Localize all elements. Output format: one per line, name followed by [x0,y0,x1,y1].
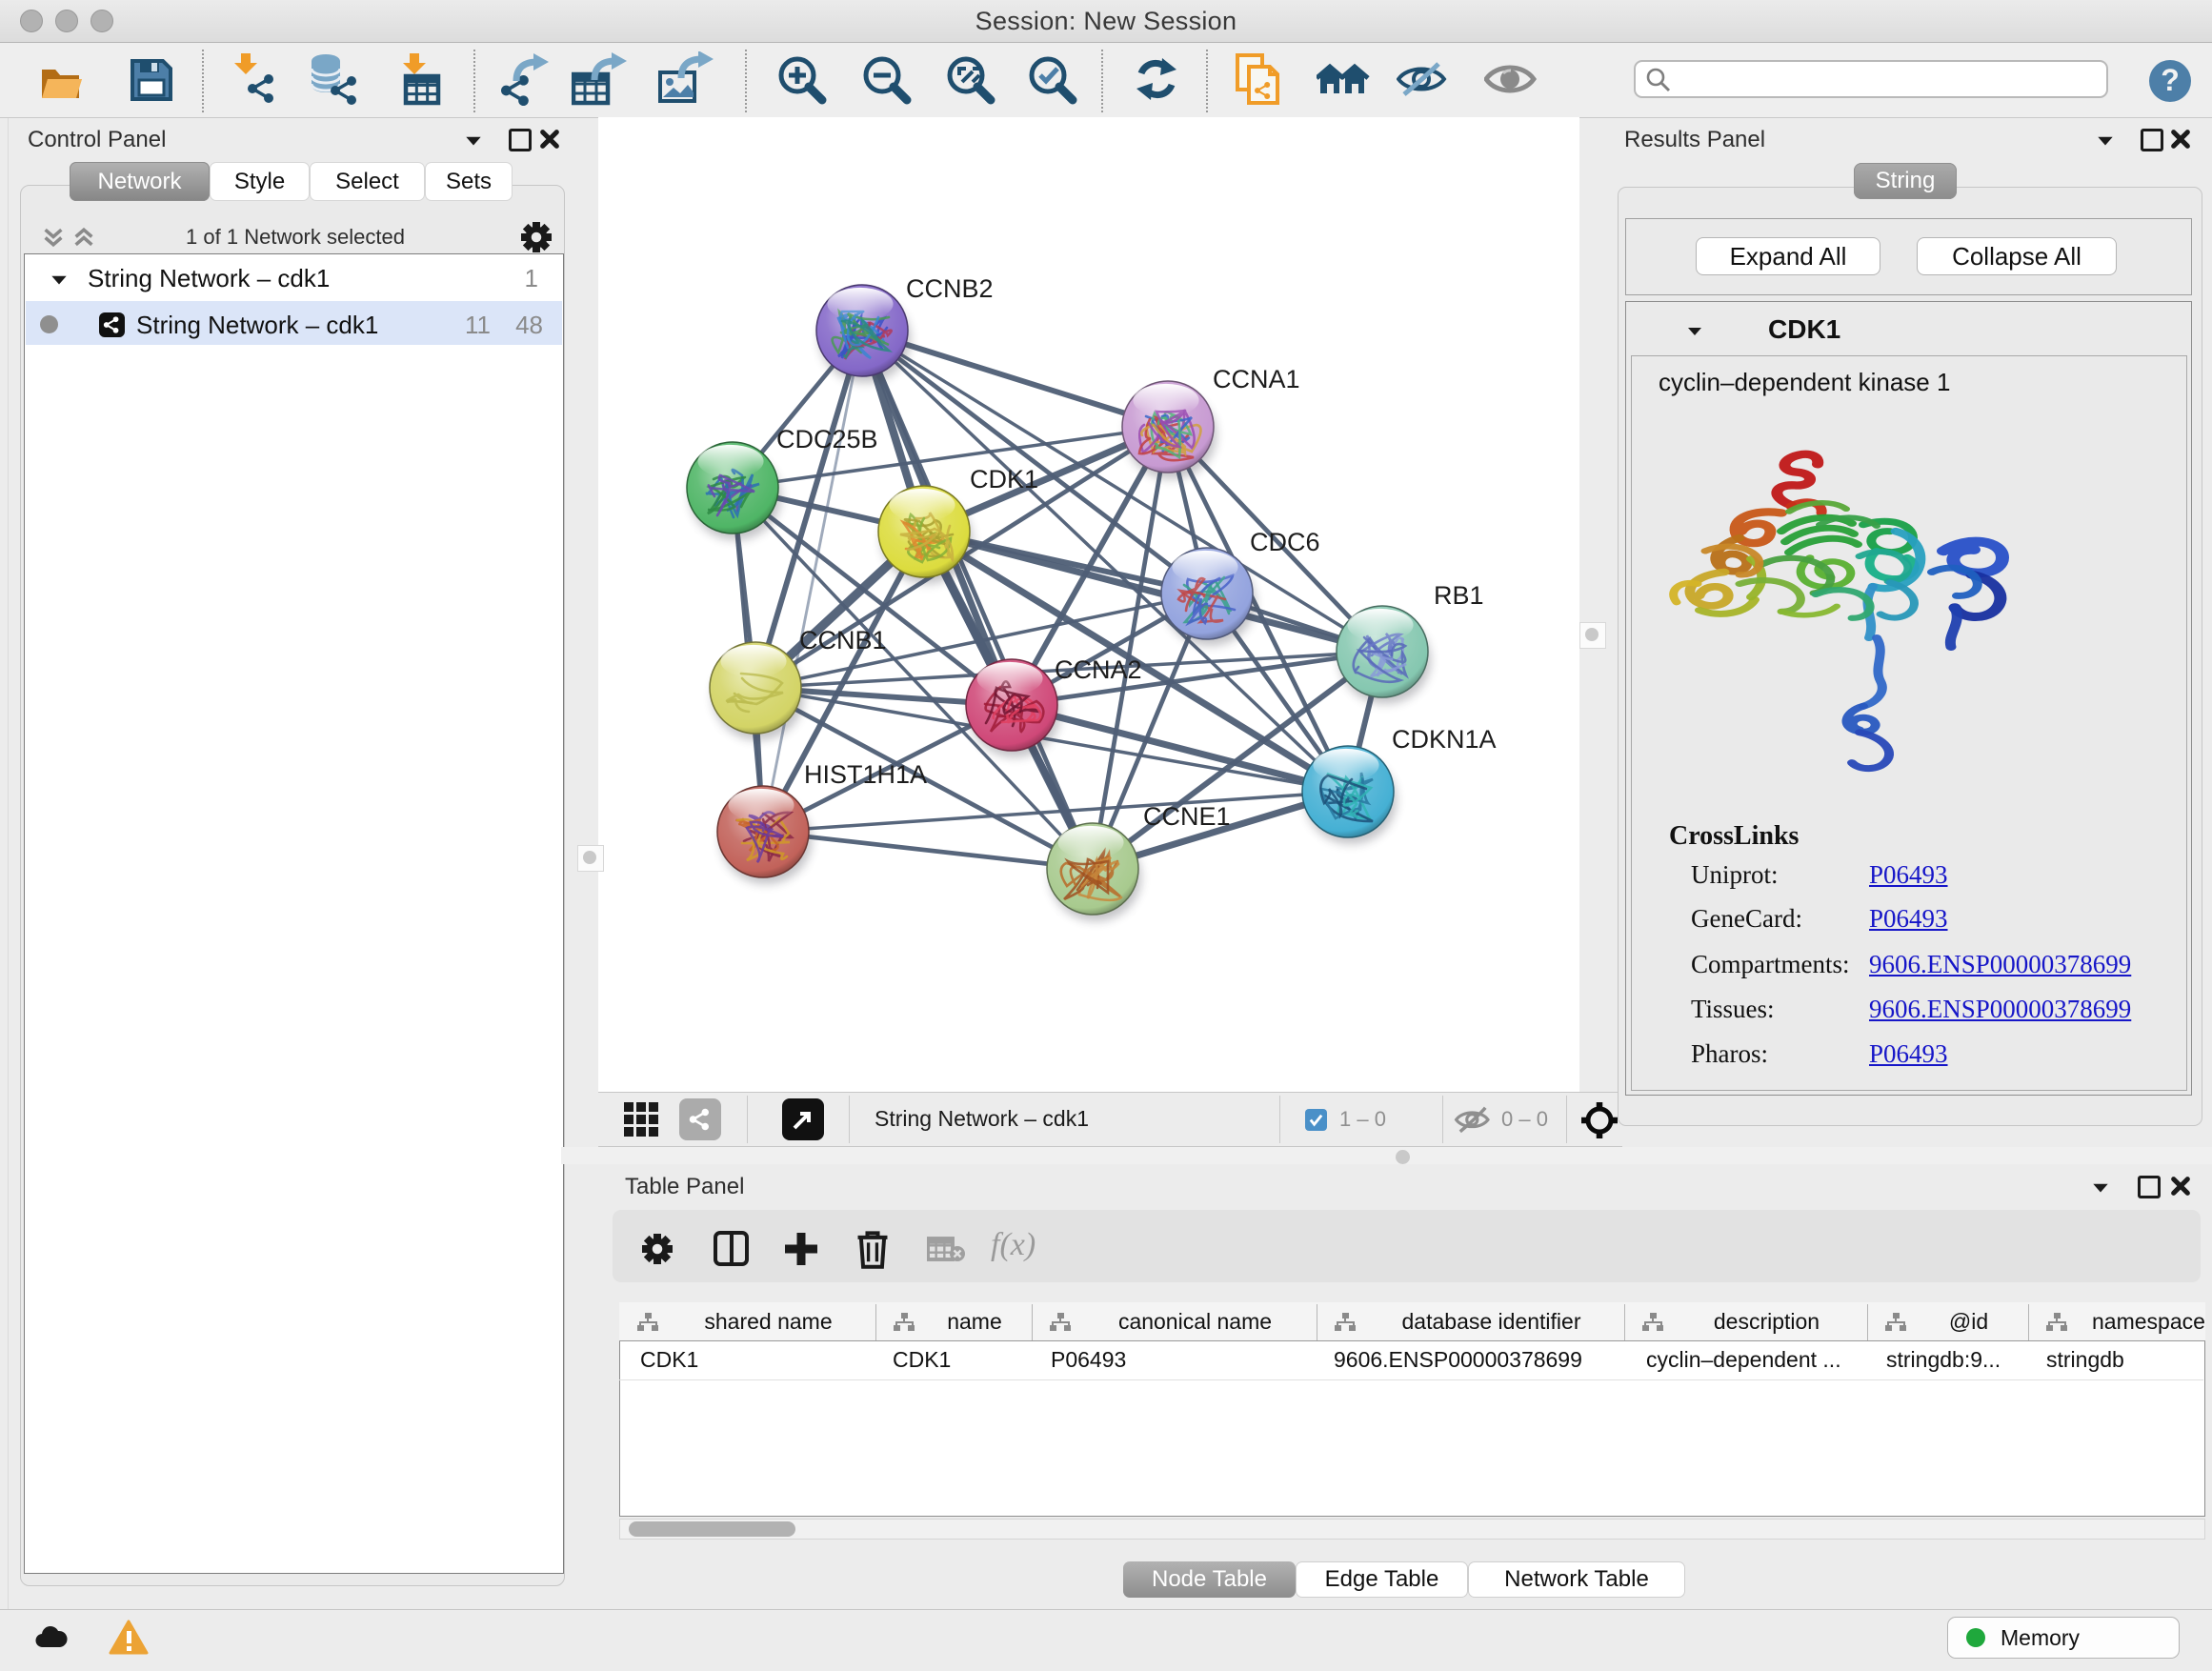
svg-text:CCNA2: CCNA2 [1055,655,1142,684]
svg-text:CCNE1: CCNE1 [1143,802,1231,831]
svg-text:CCNA1: CCNA1 [1213,365,1300,393]
svg-text:CCNB2: CCNB2 [906,274,994,303]
svg-text:HIST1H1A: HIST1H1A [804,760,927,789]
svg-text:CCNB1: CCNB1 [799,626,887,654]
svg-text:CDC25B: CDC25B [776,425,878,453]
svg-text:CDKN1A: CDKN1A [1392,725,1497,754]
svg-text:CDC6: CDC6 [1250,528,1320,556]
svg-text:?: ? [2161,63,2180,97]
svg-text:RB1: RB1 [1434,581,1484,610]
svg-text:CDK1: CDK1 [970,465,1038,493]
